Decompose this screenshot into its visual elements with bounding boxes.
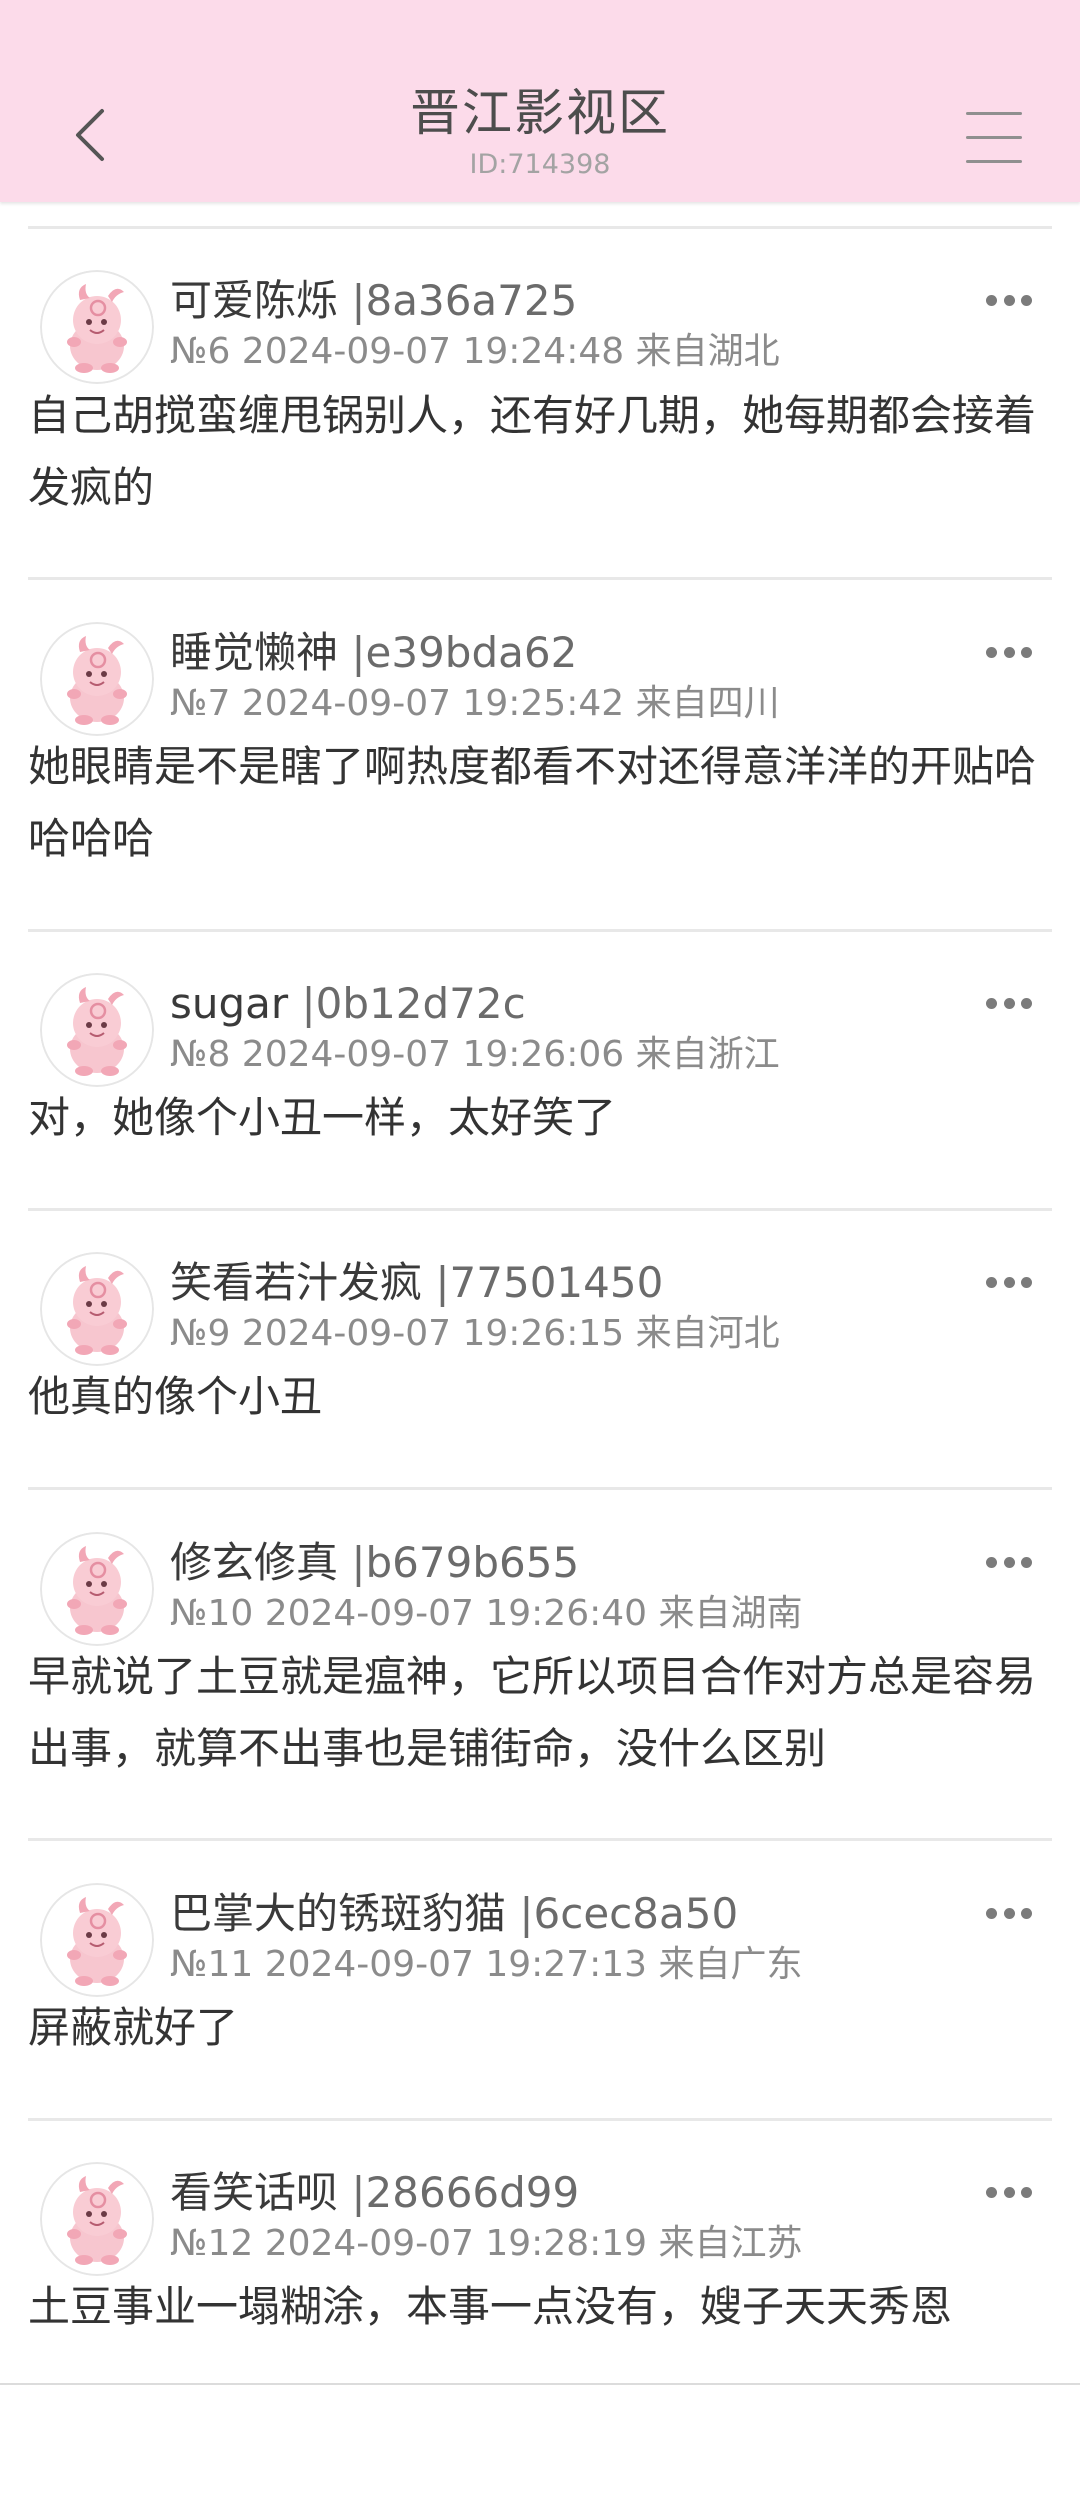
avatar-icon <box>40 1252 154 1366</box>
username[interactable]: 看笑话呗 <box>170 2168 338 2217</box>
more-button[interactable] <box>986 1905 1032 1921</box>
user-hash: |77501450 <box>435 1258 664 1307</box>
username[interactable]: sugar <box>170 979 288 1028</box>
user-hash: |0b12d72c <box>301 979 526 1028</box>
more-dots-icon <box>986 1907 997 1919</box>
post-meta: №11 2024-09-07 19:27:13 来自广东 <box>170 1944 803 1985</box>
title-block: 晋江影视区 ID:714398 <box>290 82 790 182</box>
menu-button[interactable] <box>966 112 1022 164</box>
post-item: 修玄修真 |b679b655 №10 2024-09-07 19:26:40 来… <box>0 1532 1080 1785</box>
more-button[interactable] <box>986 292 1032 308</box>
divider <box>28 1208 1052 1211</box>
user-hash: |8a36a725 <box>351 276 578 325</box>
post-author: 巴掌大的锈斑豹猫 |6cec8a50 <box>170 1889 738 1939</box>
more-dots-icon <box>986 997 997 1009</box>
post-meta: №8 2024-09-07 19:26:06 来自浙江 <box>170 1034 780 1075</box>
more-dots-icon <box>986 1276 997 1288</box>
divider <box>28 929 1052 932</box>
avatar-icon <box>40 622 154 736</box>
avatar[interactable] <box>40 270 154 384</box>
top-bar: 晋江影视区 ID:714398 <box>0 0 1080 202</box>
avatar[interactable] <box>40 622 154 736</box>
post-item: 睡觉懒神 |e39bda62 №7 2024-09-07 19:25:42 来自… <box>0 622 1080 875</box>
user-hash: |28666d99 <box>351 2168 580 2217</box>
post-author: 修玄修真 |b679b655 <box>170 1538 579 1588</box>
post-meta: №6 2024-09-07 19:24:48 来自湖北 <box>170 331 780 372</box>
more-button[interactable] <box>986 1274 1032 1290</box>
username[interactable]: 睡觉懒神 <box>170 628 338 677</box>
more-button[interactable] <box>986 2184 1032 2200</box>
board-id: ID:714398 <box>469 149 611 180</box>
more-dots-icon <box>986 2186 997 2198</box>
back-button[interactable] <box>60 100 120 170</box>
user-hash: |e39bda62 <box>351 628 578 677</box>
post-author: 笑看若汁发疯 |77501450 <box>170 1258 663 1308</box>
avatar-icon <box>40 973 154 1087</box>
user-hash: |b679b655 <box>351 1538 580 1587</box>
divider <box>28 1838 1052 1841</box>
page-title: 晋江影视区 <box>410 84 670 142</box>
post-content: 对，她像个小丑一样，太好笑了 <box>28 1093 617 1142</box>
bottom-area <box>0 2385 1080 2520</box>
post-content: 自己胡搅蛮缠甩锅别人，还有好几期，她每期都会接着发疯的 <box>28 391 1037 512</box>
avatar-icon <box>40 1883 154 1997</box>
post-meta: №9 2024-09-07 19:26:15 来自河北 <box>170 1313 780 1354</box>
divider <box>28 577 1052 580</box>
post-content: 屏蔽就好了 <box>28 2003 239 2052</box>
avatar[interactable] <box>40 973 154 1087</box>
more-dots-icon <box>986 294 997 306</box>
post-content: 他真的像个小丑 <box>28 1372 323 1421</box>
post-meta: №12 2024-09-07 19:28:19 来自江苏 <box>170 2223 803 2264</box>
more-dots-icon <box>986 1556 997 1568</box>
more-dots-icon <box>986 646 997 658</box>
post-item: 可爱陈烁 |8a36a725 №6 2024-09-07 19:24:48 来自… <box>0 270 1080 524</box>
more-button[interactable] <box>986 644 1032 660</box>
post-author: 可爱陈烁 |8a36a725 <box>170 276 577 326</box>
post-item: 笑看若汁发疯 |77501450 №9 2024-09-07 19:26:15 … <box>0 1252 1080 1433</box>
post-content: 土豆事业一塌糊涂，本事一点没有，嫂子天天秀恩 <box>28 2282 953 2331</box>
post-author: 睡觉懒神 |e39bda62 <box>170 628 577 678</box>
avatar[interactable] <box>40 1532 154 1646</box>
avatar[interactable] <box>40 1252 154 1366</box>
divider <box>28 2118 1052 2121</box>
user-hash: |6cec8a50 <box>519 1889 739 1938</box>
menu-icon <box>966 112 1022 115</box>
more-button[interactable] <box>986 995 1032 1011</box>
divider <box>28 226 1052 229</box>
post-item: sugar |0b12d72c №8 2024-09-07 19:26:06 来… <box>0 973 1080 1154</box>
post-content: 她眼睛是不是瞎了啊热度都看不对还得意洋洋的开贴哈哈哈哈 <box>28 742 1037 863</box>
divider <box>28 1487 1052 1490</box>
username[interactable]: 笑看若汁发疯 <box>170 1258 422 1307</box>
username[interactable]: 修玄修真 <box>170 1538 338 1587</box>
avatar-icon <box>40 1532 154 1646</box>
post-content: 早就说了土豆就是瘟神，它所以项目合作对方总是容易出事，就算不出事也是铺街命，没什… <box>28 1652 1037 1773</box>
more-button[interactable] <box>986 1554 1032 1570</box>
username[interactable]: 可爱陈烁 <box>170 276 338 325</box>
chevron-left-icon <box>76 109 104 161</box>
avatar-icon <box>40 2162 154 2276</box>
post-item: 看笑话呗 |28666d99 №12 2024-09-07 19:28:19 来… <box>0 2162 1080 2343</box>
avatar[interactable] <box>40 1883 154 1997</box>
avatar[interactable] <box>40 2162 154 2276</box>
post-meta: №10 2024-09-07 19:26:40 来自湖南 <box>170 1593 803 1634</box>
post-item: 巴掌大的锈斑豹猫 |6cec8a50 №11 2024-09-07 19:27:… <box>0 1883 1080 2064</box>
post-author: 看笑话呗 |28666d99 <box>170 2168 579 2218</box>
post-meta: №7 2024-09-07 19:25:42 来自四川 <box>170 683 780 724</box>
avatar-icon <box>40 270 154 384</box>
username[interactable]: 巴掌大的锈斑豹猫 <box>170 1889 506 1938</box>
post-author: sugar |0b12d72c <box>170 979 526 1029</box>
